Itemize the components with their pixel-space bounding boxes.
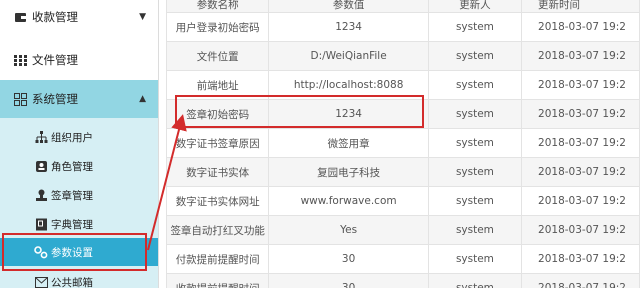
cell-updated-by: system bbox=[427, 157, 523, 187]
cell-param-name: 数字证书签章原因 bbox=[165, 128, 270, 158]
wallet-icon bbox=[13, 10, 27, 24]
seal-icon bbox=[34, 188, 48, 202]
table-row[interactable]: 付款提前提醒时间 30 system 2018-03-07 19:2 bbox=[165, 244, 640, 274]
cell-updated-by: system bbox=[427, 70, 523, 100]
cell-updated-time: 2018-03-07 19:2 bbox=[521, 99, 640, 129]
submenu-label: 组织用户 bbox=[51, 132, 93, 144]
submenu-item-seals[interactable]: 签章管理 bbox=[0, 181, 158, 209]
menu-label: 文件管理 bbox=[32, 53, 78, 67]
cell-updated-by: system bbox=[427, 128, 523, 158]
cell-updated-time: 2018-03-07 19:2 bbox=[521, 41, 640, 71]
params-table-container: 参数名称 参数值 更新人 更新时间 用户登录初始密码 1234 system 2… bbox=[158, 0, 640, 288]
chevron-down-icon: ▼ bbox=[139, 12, 146, 22]
submenu-item-roles[interactable]: 角色管理 bbox=[0, 152, 158, 180]
cell-param-value: 30 bbox=[268, 244, 429, 274]
cell-param-name: 文件位置 bbox=[165, 41, 270, 71]
cell-updated-time: 2018-03-07 19:2 bbox=[521, 12, 640, 42]
highlight-box-row bbox=[175, 95, 424, 128]
cell-param-name: 收款提前提醒时间 bbox=[165, 273, 270, 288]
cell-updated-time: 2018-03-07 19:2 bbox=[521, 244, 640, 274]
submenu-label: 签章管理 bbox=[51, 190, 93, 202]
cell-param-name: 数字证书实体 bbox=[165, 157, 270, 187]
role-icon bbox=[34, 159, 48, 173]
grid-icon bbox=[13, 53, 27, 67]
chevron-up-icon: ▲ bbox=[139, 94, 146, 104]
menu-item-xitong[interactable]: 系统管理 ▲ bbox=[0, 80, 158, 118]
cell-param-name: 付款提前提醒时间 bbox=[165, 244, 270, 274]
cell-updated-time: 2018-03-07 19:2 bbox=[521, 273, 640, 288]
menu-item-wenjian[interactable]: 文件管理 bbox=[0, 41, 158, 79]
cell-updated-time: 2018-03-07 19:2 bbox=[521, 128, 640, 158]
cell-param-value: 微签用章 bbox=[268, 128, 429, 158]
submenu-item-org-users[interactable]: 组织用户 bbox=[0, 123, 158, 151]
table-row[interactable]: 用户登录初始密码 1234 system 2018-03-07 19:2 bbox=[165, 12, 640, 42]
cell-param-value: 复园电子科技 bbox=[268, 157, 429, 187]
cell-updated-by: system bbox=[427, 99, 523, 129]
apps-icon bbox=[13, 92, 27, 106]
cell-param-value: 1234 bbox=[268, 12, 429, 42]
cell-updated-by: system bbox=[427, 215, 523, 245]
menu-label: 系统管理 bbox=[32, 92, 78, 106]
table-header-row: 参数名称 参数值 更新人 更新时间 bbox=[165, 0, 640, 13]
cell-updated-by: system bbox=[427, 12, 523, 42]
submenu-label: 字典管理 bbox=[51, 219, 93, 231]
org-icon bbox=[34, 130, 48, 144]
table-row[interactable]: 签章自动打红叉功能 Yes system 2018-03-07 19:2 bbox=[165, 215, 640, 245]
mail-icon bbox=[34, 275, 48, 289]
cell-updated-by: system bbox=[427, 273, 523, 288]
submenu-label: 角色管理 bbox=[51, 161, 93, 173]
table-row[interactable]: 收款提前提醒时间 30 system 2018-03-07 19:2 bbox=[165, 273, 640, 288]
cell-param-name: 数字证书实体网址 bbox=[165, 186, 270, 216]
table-row[interactable]: 文件位置 D:/WeiQianFile system 2018-03-07 19… bbox=[165, 41, 640, 71]
header-param-name[interactable]: 参数名称 bbox=[165, 0, 270, 13]
cell-param-name: 用户登录初始密码 bbox=[165, 12, 270, 42]
cell-updated-time: 2018-03-07 19:2 bbox=[521, 215, 640, 245]
submenu-item-mailbox[interactable]: 公共邮箱 bbox=[0, 268, 158, 296]
cell-updated-by: system bbox=[427, 41, 523, 71]
cell-param-value: www.forwave.com bbox=[268, 186, 429, 216]
cell-updated-by: system bbox=[427, 186, 523, 216]
table-row[interactable]: 数字证书实体 复园电子科技 system 2018-03-07 19:2 bbox=[165, 157, 640, 187]
menu-item-shoukuan[interactable]: 收款管理 ▼ bbox=[0, 0, 158, 34]
params-table: 参数名称 参数值 更新人 更新时间 用户登录初始密码 1234 system 2… bbox=[165, 0, 640, 288]
highlight-box-menu bbox=[2, 233, 147, 271]
header-updated-by[interactable]: 更新人 bbox=[427, 0, 523, 13]
cell-param-value: D:/WeiQianFile bbox=[268, 41, 429, 71]
cell-updated-time: 2018-03-07 19:2 bbox=[521, 186, 640, 216]
cell-updated-by: system bbox=[427, 244, 523, 274]
table-row[interactable]: 数字证书签章原因 微签用章 system 2018-03-07 19:2 bbox=[165, 128, 640, 158]
dictionary-icon bbox=[34, 217, 48, 231]
cell-updated-time: 2018-03-07 19:2 bbox=[521, 157, 640, 187]
cell-param-name: 签章自动打红叉功能 bbox=[165, 215, 270, 245]
table-row[interactable]: 数字证书实体网址 www.forwave.com system 2018-03-… bbox=[165, 186, 640, 216]
header-updated-time[interactable]: 更新时间 bbox=[521, 0, 640, 13]
header-param-value[interactable]: 参数值 bbox=[268, 0, 429, 13]
menu-label: 收款管理 bbox=[32, 10, 78, 24]
cell-param-value: 30 bbox=[268, 273, 429, 288]
cell-param-value: Yes bbox=[268, 215, 429, 245]
cell-updated-time: 2018-03-07 19:2 bbox=[521, 70, 640, 100]
